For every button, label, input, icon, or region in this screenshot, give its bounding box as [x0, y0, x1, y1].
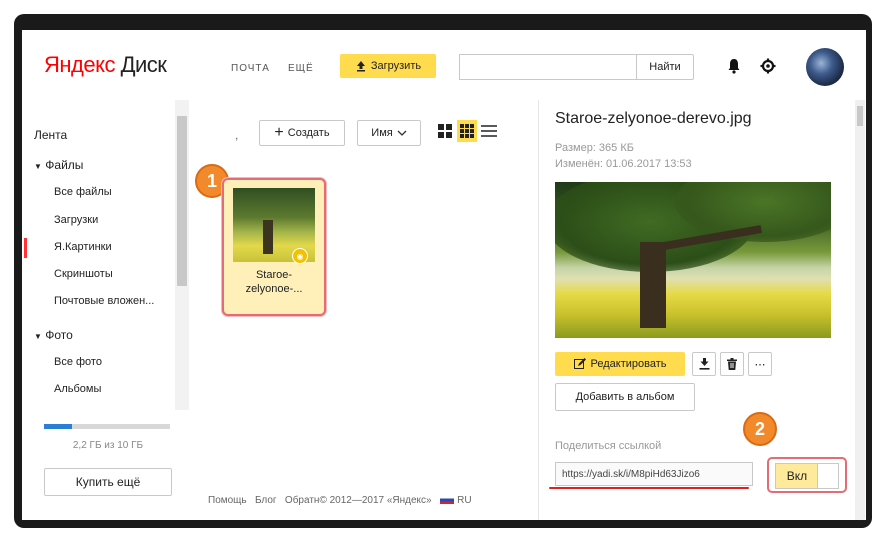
- ellipsis-icon: ⋯: [754, 358, 766, 371]
- share-toggle-on[interactable]: Вкл: [775, 463, 819, 489]
- plus-icon: +: [274, 124, 284, 141]
- file-area: , + Создать Имя 1 ◉ Staroe- zelyonoe-...: [195, 100, 537, 520]
- sidebar-files-label: Файлы: [45, 158, 84, 172]
- sidebar-scrollbar-thumb[interactable]: [177, 116, 187, 286]
- small-tiles-icon: [460, 124, 474, 138]
- create-button[interactable]: + Создать: [259, 120, 345, 146]
- view-small-tiles-button[interactable]: [457, 120, 477, 142]
- sidebar-item-mail-attachments[interactable]: Почтовые вложен...: [54, 295, 154, 307]
- bell-icon[interactable]: [726, 58, 742, 74]
- logo-disk: Диск: [120, 52, 167, 77]
- download-icon: [699, 358, 709, 370]
- footer-feedback-link[interactable]: Обратн: [285, 495, 320, 506]
- large-tiles-icon: [438, 124, 452, 138]
- preview-trunk: [640, 242, 666, 328]
- sidebar-item-photo[interactable]: ▼ Фото: [34, 328, 73, 342]
- sidebar-item-screenshots[interactable]: Скриншоты: [54, 268, 113, 280]
- list-icon: [481, 125, 497, 137]
- edit-icon: [573, 358, 586, 369]
- buy-more-button[interactable]: Купить ещё: [44, 468, 172, 496]
- download-button[interactable]: [692, 352, 716, 376]
- trash-icon: [727, 358, 737, 370]
- upload-button[interactable]: Загрузить: [340, 54, 436, 78]
- share-toggle-highlight: Вкл: [767, 457, 847, 493]
- app-window: Яндекс Диск ПОЧТА ЕЩЁ Загрузить Найти Ле…: [22, 30, 866, 520]
- sidebar: Лента ▼ Файлы Все файлы Загрузки Я.Карти…: [22, 100, 197, 520]
- footer-blog-link[interactable]: Блог: [255, 495, 277, 506]
- file-modified: Изменён: 01.06.2017 13:53: [555, 158, 692, 170]
- footer-copyright: © 2012—2017 «Яндекс»: [319, 495, 432, 506]
- share-toggle-knob[interactable]: [817, 463, 839, 489]
- nav-more-link[interactable]: ЕЩЁ: [288, 63, 314, 74]
- sidebar-item-files[interactable]: ▼ Файлы: [34, 158, 83, 172]
- sidebar-item-albums[interactable]: Альбомы: [54, 383, 101, 395]
- storage-text: 2,2 ГБ из 10 ГБ: [72, 440, 144, 451]
- share-label: Поделиться ссылкой: [555, 440, 662, 452]
- file-details-panel: Staroe-zelyonoe-derevo.jpg Размер: 365 К…: [538, 100, 865, 520]
- view-list-button[interactable]: [479, 120, 499, 142]
- ru-flag-icon: [440, 496, 455, 505]
- gear-icon[interactable]: [760, 58, 776, 74]
- file-tile[interactable]: ◉ Staroe- zelyonoe-...: [222, 178, 326, 316]
- link-highlight-underline: [549, 487, 749, 489]
- more-actions-button[interactable]: ⋯: [748, 352, 772, 376]
- file-name: Staroe- zelyonoe-...: [224, 268, 324, 296]
- sidebar-photo-label: Фото: [45, 328, 73, 342]
- chevron-down-icon: [397, 130, 407, 136]
- logo[interactable]: Яндекс Диск: [44, 52, 167, 78]
- sidebar-item-ya-pictures[interactable]: Я.Картинки: [54, 241, 112, 253]
- panel-scrollbar-thumb[interactable]: [857, 106, 863, 126]
- share-link-field[interactable]: [555, 462, 753, 486]
- delete-button[interactable]: [720, 352, 744, 376]
- thumbnail-tree: [263, 220, 273, 254]
- triangle-down-icon: ▼: [34, 332, 42, 341]
- footer-help-link[interactable]: Помощь: [208, 495, 247, 506]
- file-size: Размер: 365 КБ: [555, 142, 634, 154]
- create-label: Создать: [287, 127, 330, 139]
- sidebar-item-feed[interactable]: Лента: [34, 128, 67, 142]
- header: Яндекс Диск ПОЧТА ЕЩЁ Загрузить Найти: [22, 30, 866, 100]
- nav-mail-link[interactable]: ПОЧТА: [231, 63, 270, 74]
- view-large-tiles-button[interactable]: [435, 120, 455, 142]
- footer-lang-link[interactable]: RU: [457, 495, 471, 506]
- sidebar-item-all-photos[interactable]: Все фото: [54, 356, 102, 368]
- upload-label: Загрузить: [370, 60, 422, 72]
- step-marker-2: 2: [743, 412, 777, 446]
- breadcrumb: ,: [235, 128, 239, 142]
- file-title: Staroe-zelyonoe-derevo.jpg: [555, 110, 752, 127]
- sidebar-item-all-files[interactable]: Все файлы: [54, 186, 112, 198]
- storage-bar-fill: [44, 424, 72, 429]
- shared-link-icon: ◉: [292, 248, 308, 264]
- sort-label: Имя: [371, 127, 393, 139]
- sidebar-item-downloads[interactable]: Загрузки: [54, 214, 98, 226]
- logo-yandex: Яндекс: [44, 52, 115, 77]
- footer: Помощь Блог Обратн© 2012—2017 «Яндекс» R…: [208, 495, 472, 506]
- active-indicator: [24, 238, 27, 258]
- edit-button[interactable]: Редактировать: [555, 352, 685, 376]
- file-name-line2: zelyonoe-...: [245, 283, 303, 295]
- add-to-album-button[interactable]: Добавить в альбом: [555, 383, 695, 411]
- edit-label: Редактировать: [590, 358, 667, 370]
- search-input[interactable]: [459, 54, 641, 80]
- upload-icon: [356, 61, 365, 72]
- sort-dropdown[interactable]: Имя: [357, 120, 421, 146]
- find-button[interactable]: Найти: [636, 54, 694, 80]
- avatar[interactable]: [806, 48, 844, 86]
- file-name-line1: Staroe-: [255, 269, 293, 281]
- image-preview[interactable]: [555, 182, 831, 338]
- triangle-down-icon: ▼: [34, 162, 42, 171]
- panel-scrollbar[interactable]: [855, 100, 865, 520]
